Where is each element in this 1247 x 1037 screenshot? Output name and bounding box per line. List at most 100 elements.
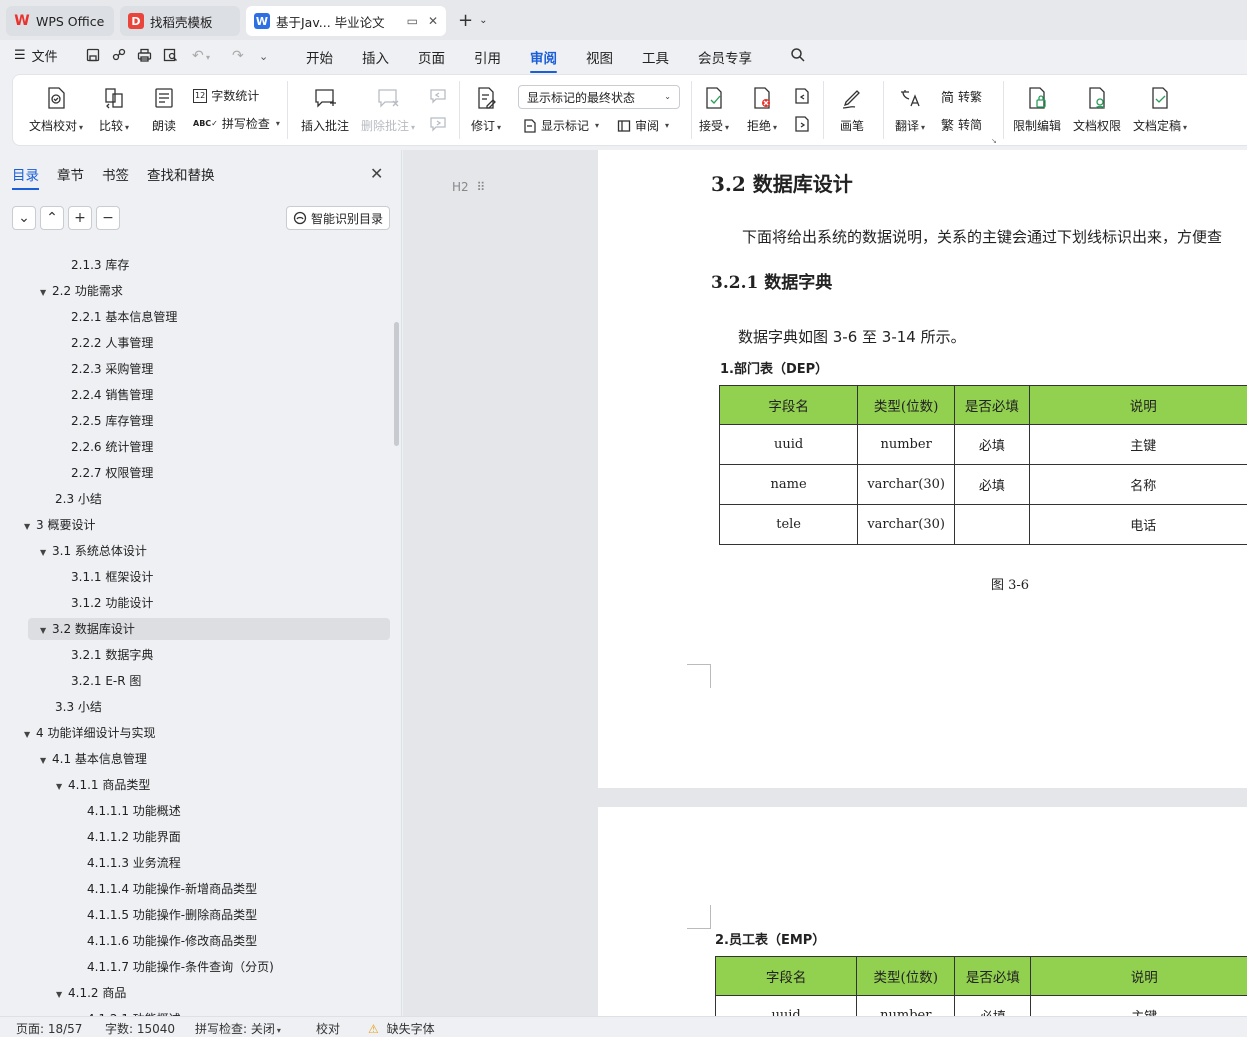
print-preview-icon[interactable] bbox=[163, 48, 178, 66]
toc-item[interactable]: 2.2.7 权限管理 bbox=[56, 462, 153, 484]
nav-tab-bookmarks[interactable]: 书签 bbox=[102, 164, 129, 184]
toc-item[interactable]: 2.2.3 采购管理 bbox=[56, 358, 153, 380]
undo-dropdown-icon[interactable]: ▾ bbox=[206, 53, 210, 62]
chevron-down-icon[interactable]: ⌄ bbox=[479, 15, 487, 26]
toc-item[interactable]: 2.3 小结 bbox=[40, 488, 102, 510]
spell-check-status[interactable]: 拼写检查: 关闭 ▾ bbox=[195, 1020, 281, 1037]
tab-document[interactable]: W 基于Jav... 毕业论文 ▭ ✕ bbox=[246, 6, 446, 36]
review-pane-button[interactable]: 审阅 ▾ bbox=[617, 117, 669, 134]
compare-button[interactable]: 比较 ▾ bbox=[99, 85, 129, 134]
close-icon[interactable]: ✕ bbox=[370, 164, 383, 183]
dialog-launcher-icon[interactable]: ↘ bbox=[991, 137, 997, 145]
doc-permission-button[interactable]: 文档权限 bbox=[1073, 85, 1121, 134]
expand-arrow-icon[interactable]: ▼ bbox=[40, 542, 52, 564]
search-icon[interactable] bbox=[790, 47, 806, 67]
toc-item[interactable]: 2.1.3 库存 bbox=[56, 254, 129, 276]
toc-item[interactable]: ▼ 3.2 数据库设计 bbox=[28, 618, 390, 640]
file-menu[interactable]: ☰ 文件 bbox=[14, 46, 58, 65]
heading-level-marker[interactable]: H2 ⠿ bbox=[452, 180, 485, 194]
to-simplified-button[interactable]: 繁 转简 bbox=[941, 115, 982, 134]
toc-item[interactable]: 3.1.1 框架设计 bbox=[56, 566, 153, 588]
page-indicator[interactable]: 页面: 18/57 bbox=[16, 1020, 82, 1037]
save-icon[interactable] bbox=[86, 48, 100, 66]
toc-item[interactable]: 2.2.4 销售管理 bbox=[56, 384, 153, 406]
share-icon[interactable] bbox=[112, 48, 126, 66]
smart-toc-button[interactable]: 智能识别目录 bbox=[286, 206, 390, 230]
toc-item[interactable]: 3.3 小结 bbox=[40, 696, 102, 718]
tab-wps-office[interactable]: W WPS Office bbox=[6, 6, 114, 36]
missing-font-status[interactable]: ⚠ 缺失字体 bbox=[368, 1020, 435, 1037]
delete-comment-button[interactable]: 删除批注 ▾ bbox=[361, 85, 415, 134]
toc-item[interactable]: ▼ 4.1 基本信息管理 bbox=[40, 748, 147, 770]
expand-arrow-icon[interactable]: ▼ bbox=[40, 620, 52, 642]
expand-arrow-icon[interactable]: ▼ bbox=[40, 282, 52, 304]
menu-tab-membership[interactable]: 会员专享 bbox=[698, 47, 752, 67]
menu-tab-page[interactable]: 页面 bbox=[418, 47, 445, 67]
toc-item[interactable]: 4.1.1.2 功能界面 bbox=[72, 826, 181, 848]
toc-item[interactable]: 4.1.1.5 功能操作-删除商品类型 bbox=[72, 904, 257, 926]
toc-item[interactable]: ▼ 4.1.2 商品 bbox=[56, 982, 126, 1004]
proofread-status[interactable]: 校对 bbox=[316, 1020, 340, 1037]
new-tab-button[interactable]: + ⌄ bbox=[458, 10, 487, 31]
toc-item[interactable]: 2.2.5 库存管理 bbox=[56, 410, 153, 432]
demote-heading-button[interactable]: − bbox=[96, 206, 120, 230]
undo-icon[interactable]: ↶ bbox=[192, 48, 204, 64]
expand-arrow-icon[interactable]: ▼ bbox=[56, 984, 68, 1006]
next-change-icon[interactable] bbox=[793, 115, 811, 136]
word-count-indicator[interactable]: 字数: 15040 bbox=[105, 1020, 175, 1037]
restrict-edit-button[interactable]: 限制编辑 bbox=[1013, 85, 1061, 134]
tab-docer-templates[interactable]: D 找稻壳模板 bbox=[120, 6, 240, 36]
previous-comment-icon[interactable] bbox=[429, 87, 447, 108]
restore-window-icon[interactable]: ▭ bbox=[407, 14, 418, 28]
translate-button[interactable]: 翻译 ▾ bbox=[895, 85, 925, 134]
menu-tab-tools[interactable]: 工具 bbox=[642, 47, 669, 67]
toc-item[interactable]: 2.2.6 统计管理 bbox=[56, 436, 153, 458]
word-count-button[interactable]: 12 字数统计 bbox=[193, 87, 259, 104]
redo-icon[interactable]: ↷ bbox=[232, 48, 244, 64]
toc-item[interactable]: ▼ 4.1.1 商品类型 bbox=[56, 774, 150, 796]
doc-check-button[interactable]: 文档校对 ▾ bbox=[29, 85, 83, 134]
collapse-toc-button[interactable]: ⌃ bbox=[40, 206, 64, 230]
toc-item[interactable]: 4.1.1.4 功能操作-新增商品类型 bbox=[72, 878, 257, 900]
expand-arrow-icon[interactable]: ▼ bbox=[24, 724, 36, 746]
previous-change-icon[interactable] bbox=[793, 87, 811, 108]
toc-item[interactable]: 3.2.1 E-R 图 bbox=[56, 670, 141, 692]
toc-item[interactable]: ▼ 3 概要设计 bbox=[24, 514, 95, 536]
read-aloud-button[interactable]: 朗读 bbox=[151, 85, 177, 134]
markup-state-select[interactable]: 显示标记的最终状态 ⌄ bbox=[518, 85, 680, 109]
drag-handle-icon[interactable]: ⠿ bbox=[477, 180, 486, 194]
insert-comment-button[interactable]: 插入批注 bbox=[301, 85, 349, 134]
promote-heading-button[interactable]: + bbox=[68, 206, 92, 230]
close-tab-icon[interactable]: ✕ bbox=[428, 14, 438, 28]
finalize-button[interactable]: 文档定稿 ▾ bbox=[1133, 85, 1187, 134]
nav-tab-toc[interactable]: 目录 bbox=[12, 164, 39, 190]
pen-button[interactable]: 画笔 bbox=[839, 85, 865, 134]
menu-tab-review[interactable]: 审阅 bbox=[530, 47, 557, 73]
menu-tab-references[interactable]: 引用 bbox=[474, 47, 501, 67]
spell-check-button[interactable]: ABC✓ 拼写检查 ▾ bbox=[193, 115, 280, 132]
toc-item[interactable]: 2.2.1 基本信息管理 bbox=[56, 306, 177, 328]
toc-item[interactable]: ▼ 3.1 系统总体设计 bbox=[40, 540, 147, 562]
toc-item[interactable]: 4.1.1.1 功能概述 bbox=[72, 800, 181, 822]
print-icon[interactable] bbox=[137, 48, 152, 66]
show-markup-button[interactable]: 显示标记 ▾ bbox=[523, 117, 599, 134]
reject-button[interactable]: 拒绝 ▾ bbox=[747, 85, 777, 134]
nav-tab-find-replace[interactable]: 查找和替换 bbox=[147, 164, 215, 184]
expand-arrow-icon[interactable]: ▼ bbox=[24, 516, 36, 538]
menu-tab-insert[interactable]: 插入 bbox=[362, 47, 389, 67]
toc-item[interactable]: 2.2.2 人事管理 bbox=[56, 332, 153, 354]
expand-arrow-icon[interactable]: ▼ bbox=[56, 776, 68, 798]
toc-item[interactable]: ▼ 4 功能详细设计与实现 bbox=[24, 722, 155, 744]
expand-toc-button[interactable]: ⌄ bbox=[12, 206, 36, 230]
accept-button[interactable]: 接受 ▾ bbox=[699, 85, 729, 134]
toc-item[interactable]: 3.1.2 功能设计 bbox=[56, 592, 153, 614]
to-traditional-button[interactable]: 简 转繁 bbox=[941, 87, 982, 106]
toc-item[interactable]: 4.1.1.3 业务流程 bbox=[72, 852, 181, 874]
toc-item[interactable]: 4.1.1.7 功能操作-条件查询（分页) bbox=[72, 956, 274, 978]
menu-tab-view[interactable]: 视图 bbox=[586, 47, 613, 67]
toc-item[interactable]: 3.2.1 数据字典 bbox=[56, 644, 153, 666]
menu-tab-home[interactable]: 开始 bbox=[306, 47, 333, 67]
toc-item[interactable]: 4.1.2.1 功能概述 bbox=[72, 1008, 181, 1016]
toc-scrollbar[interactable] bbox=[394, 322, 399, 446]
expand-arrow-icon[interactable]: ▼ bbox=[40, 750, 52, 772]
